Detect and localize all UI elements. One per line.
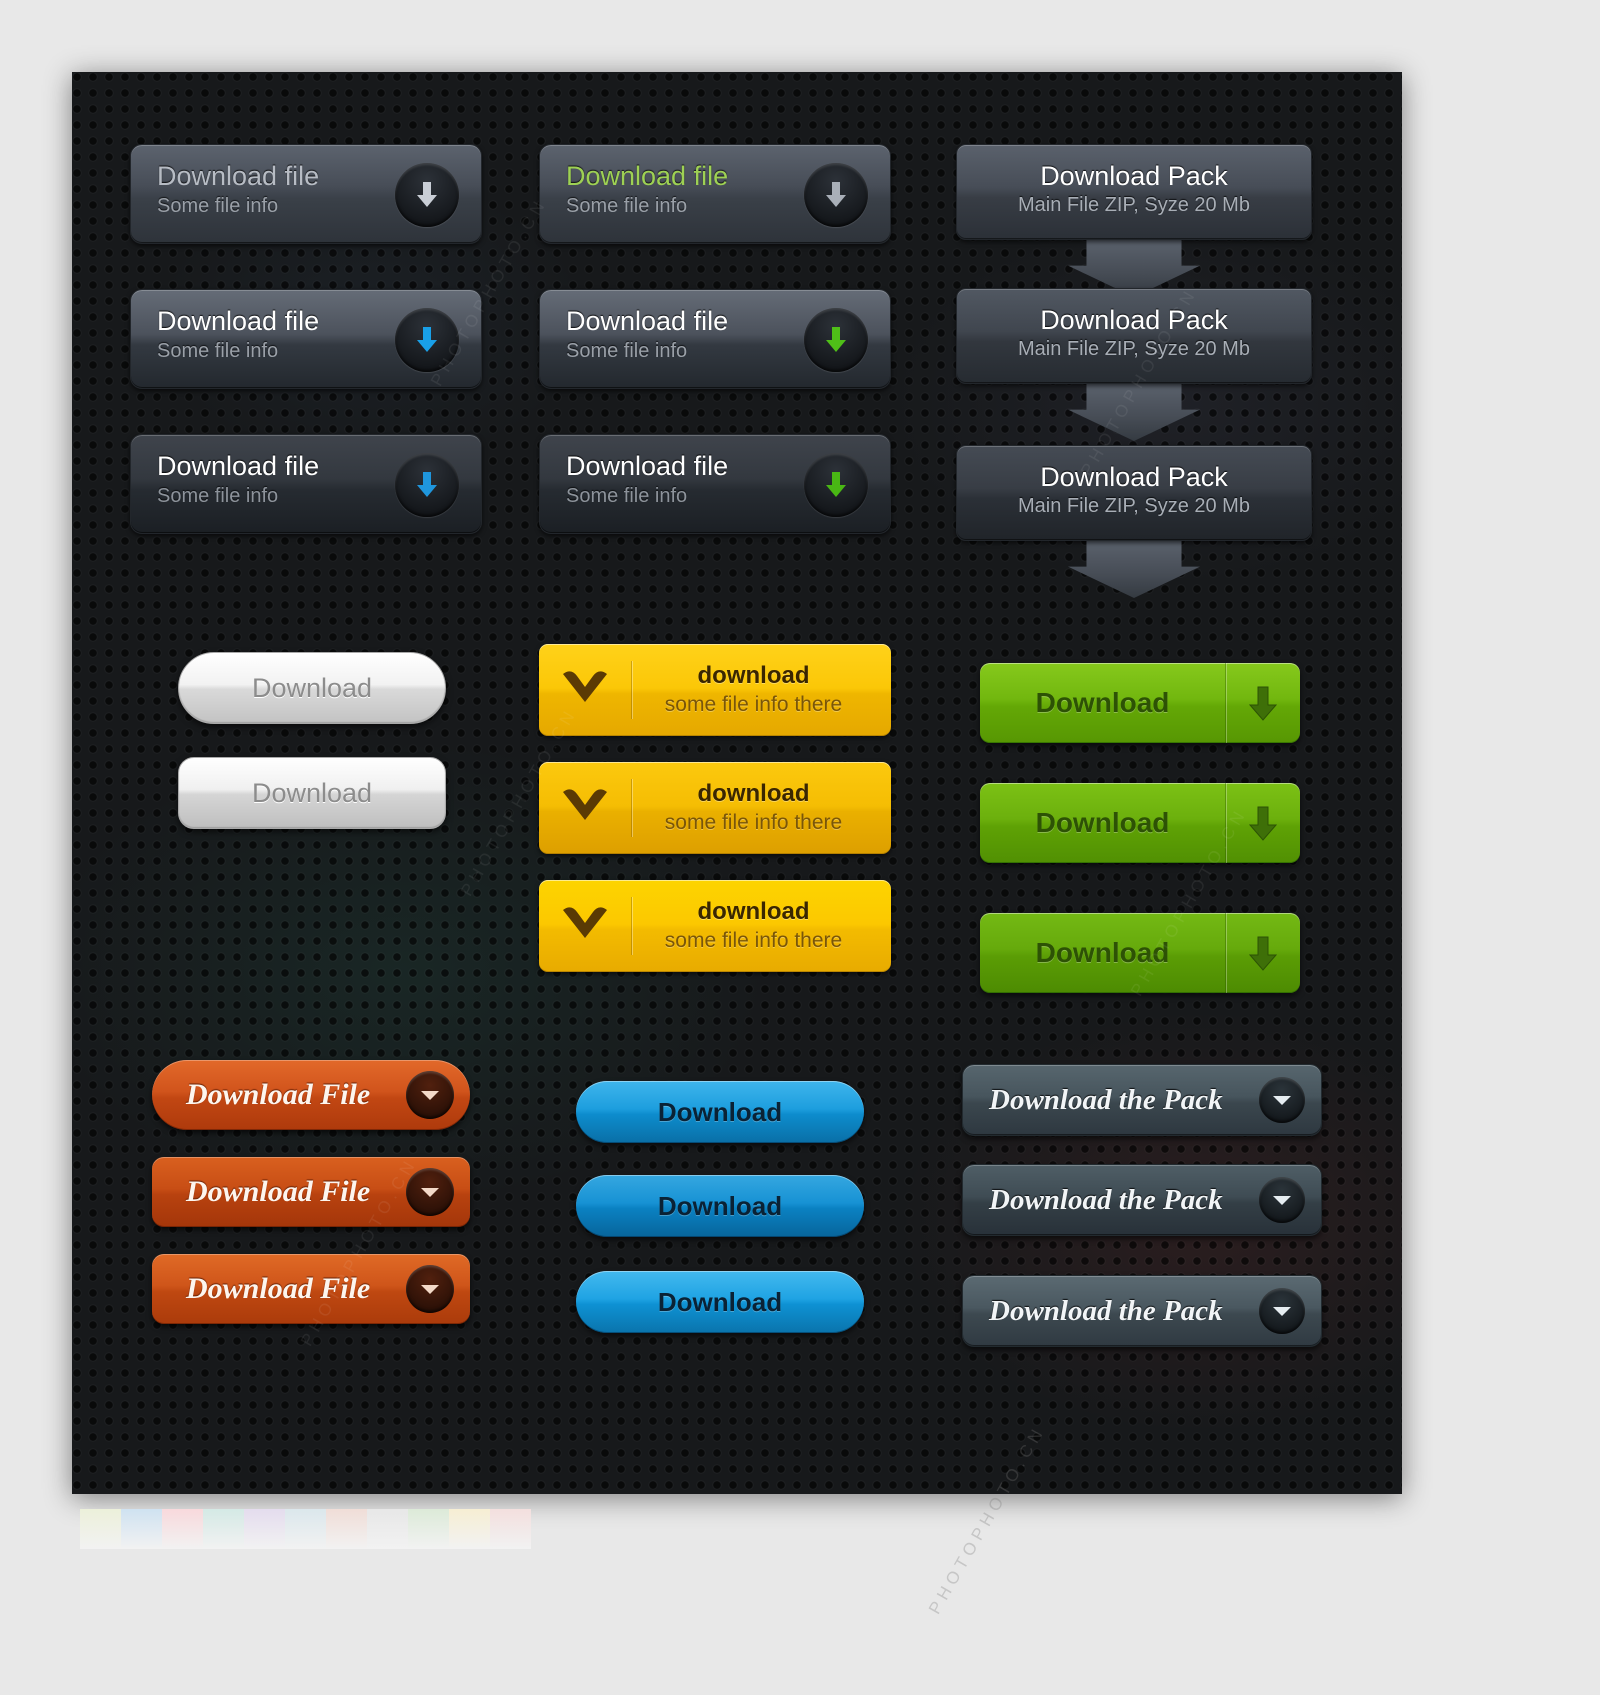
blue-download-button-1[interactable]: Download	[576, 1081, 864, 1143]
button-subtitle: Main File ZIP, Syze 20 Mb	[1018, 495, 1250, 517]
caret-down-circle-icon	[406, 1071, 454, 1119]
download-arrow-icon	[395, 308, 459, 372]
caret-down-circle-icon	[406, 1168, 454, 1216]
button-subtitle: some file info there	[664, 693, 843, 716]
download-arrow-icon	[804, 163, 868, 227]
pale-color-swatch-5	[285, 1509, 326, 1549]
button-title: Download Pack	[1040, 305, 1228, 335]
download-arrow-icon	[1226, 933, 1300, 973]
heart-chevron-down-icon	[539, 788, 631, 828]
caret-down-circle-icon	[1259, 1177, 1305, 1223]
download-file-button-green-default[interactable]: Download file Some file info	[539, 144, 891, 244]
button-label: Download	[1035, 687, 1170, 718]
download-arrow-icon	[395, 453, 459, 517]
button-title: download	[697, 898, 810, 925]
button-title: Download Pack	[1040, 161, 1228, 191]
button-title: Download Pack	[1040, 462, 1228, 492]
slate-download-pack-button-1[interactable]: Download the Pack	[962, 1064, 1322, 1136]
pale-color-swatch-7	[367, 1509, 408, 1549]
pale-color-swatch-1	[121, 1509, 162, 1549]
caret-down-circle-icon	[406, 1265, 454, 1313]
download-pack-button-1[interactable]: Download Pack Main File ZIP, Syze 20 Mb	[956, 144, 1312, 297]
green-download-button-3[interactable]: Download	[980, 913, 1300, 993]
slate-download-pack-button-3[interactable]: Download the Pack	[962, 1275, 1322, 1347]
button-label: Download	[251, 777, 373, 808]
download-file-button-green-hover[interactable]: Download file Some file info	[539, 289, 891, 389]
button-title: download	[697, 780, 810, 807]
green-download-button-2[interactable]: Download	[980, 783, 1300, 863]
button-label: Download File	[186, 1175, 371, 1208]
download-pack-button-3[interactable]: Download Pack Main File ZIP, Syze 20 Mb	[956, 445, 1312, 598]
button-label: Download	[657, 1096, 783, 1127]
button-label: Download	[657, 1286, 783, 1317]
heart-chevron-down-icon	[539, 670, 631, 710]
button-label: Download File	[186, 1078, 371, 1111]
download-arrow-icon	[1226, 683, 1300, 723]
pale-color-swatch-8	[408, 1509, 449, 1549]
heart-chevron-down-icon	[539, 906, 631, 946]
pale-color-swatch-4	[244, 1509, 285, 1549]
button-subtitle: some file info there	[664, 811, 843, 834]
download-file-button-hover[interactable]: Download file Some file info	[130, 289, 482, 389]
yellow-download-button-1[interactable]: download some file info there	[539, 644, 891, 736]
silver-download-button-rect[interactable]: Download	[178, 757, 446, 829]
yellow-download-button-2[interactable]: download some file info there	[539, 762, 891, 854]
download-pack-button-2[interactable]: Download Pack Main File ZIP, Syze 20 Mb	[956, 288, 1312, 441]
button-subtitle: Main File ZIP, Syze 20 Mb	[1018, 338, 1250, 360]
yellow-download-button-3[interactable]: download some file info there	[539, 880, 891, 972]
pale-color-swatch-2	[162, 1509, 203, 1549]
button-label: Download	[657, 1190, 783, 1221]
blue-download-button-2[interactable]: Download	[576, 1175, 864, 1237]
pale-color-swatch-9	[449, 1509, 490, 1549]
caret-down-circle-icon	[1259, 1077, 1305, 1123]
button-label: Download the Pack	[989, 1294, 1223, 1327]
orange-download-file-button-3[interactable]: Download File	[152, 1254, 470, 1324]
pale-color-swatch-0	[80, 1509, 121, 1549]
button-label: Download	[1035, 807, 1170, 838]
pale-color-swatch-6	[326, 1509, 367, 1549]
pale-color-swatch-10	[490, 1509, 531, 1549]
orange-download-file-button-2[interactable]: Download File	[152, 1157, 470, 1227]
silver-download-button-pill[interactable]: Download	[178, 652, 446, 724]
button-label: Download	[251, 672, 373, 703]
arrow-tail-down-icon	[1068, 540, 1200, 598]
download-file-button-pressed[interactable]: Download file Some file info	[130, 434, 482, 534]
download-arrow-icon	[804, 453, 868, 517]
download-arrow-icon	[395, 163, 459, 227]
caret-down-circle-icon	[1259, 1288, 1305, 1334]
pale-color-swatch-strip	[80, 1509, 531, 1549]
button-title: download	[697, 662, 810, 689]
download-arrow-icon	[1226, 803, 1300, 843]
button-label: Download the Pack	[989, 1183, 1223, 1216]
orange-download-file-button-1[interactable]: Download File	[152, 1060, 470, 1130]
slate-download-pack-button-2[interactable]: Download the Pack	[962, 1164, 1322, 1236]
ui-kit-panel: Download file Some file info Download fi…	[72, 72, 1402, 1494]
button-subtitle: some file info there	[664, 929, 843, 952]
button-label: Download the Pack	[989, 1083, 1223, 1116]
green-download-button-1[interactable]: Download	[980, 663, 1300, 743]
download-file-button-green-pressed[interactable]: Download file Some file info	[539, 434, 891, 534]
button-label: Download File	[186, 1272, 371, 1305]
download-file-button-default[interactable]: Download file Some file info	[130, 144, 482, 244]
download-arrow-icon	[804, 308, 868, 372]
pale-color-swatch-3	[203, 1509, 244, 1549]
button-subtitle: Main File ZIP, Syze 20 Mb	[1018, 194, 1250, 216]
arrow-tail-down-icon	[1068, 383, 1200, 441]
blue-download-button-3[interactable]: Download	[576, 1271, 864, 1333]
button-label: Download	[1035, 937, 1170, 968]
